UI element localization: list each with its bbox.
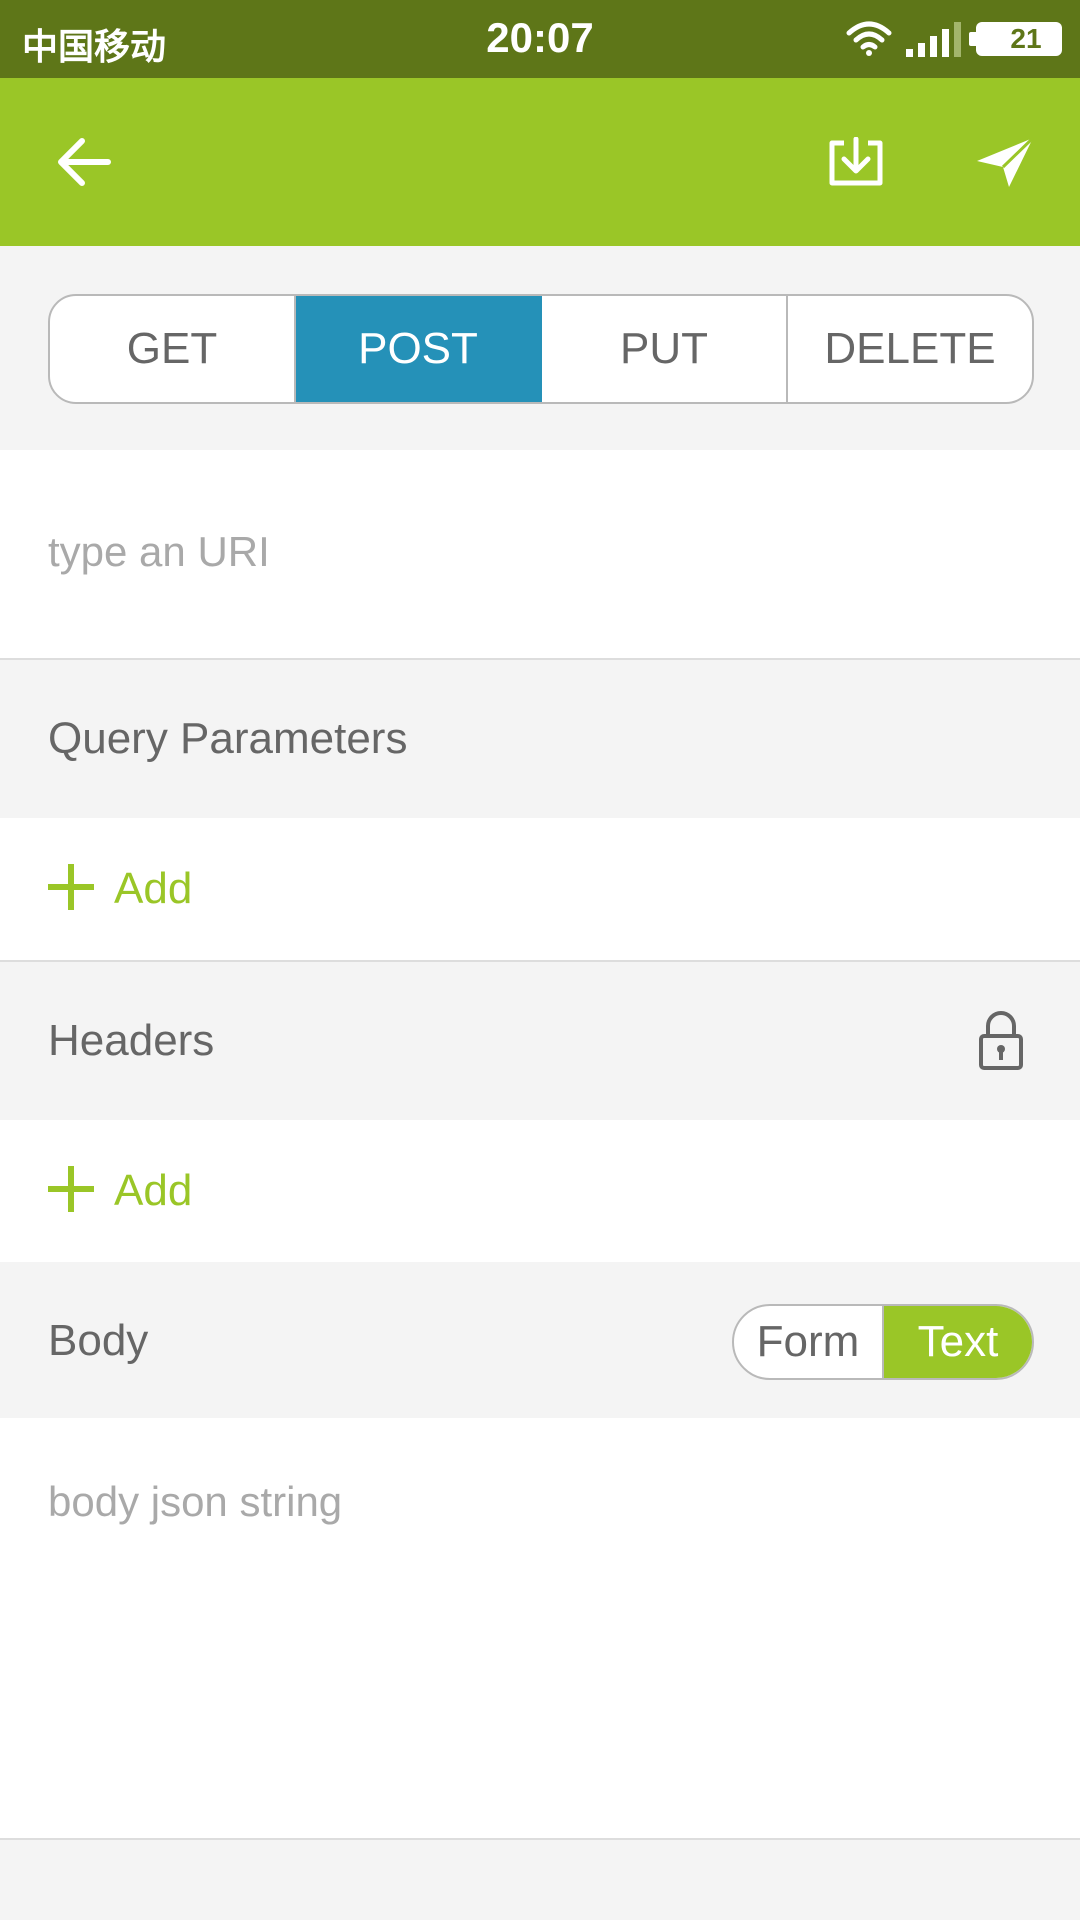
signal-icon [906, 22, 961, 57]
add-query-parameter-button[interactable]: Add [0, 818, 1080, 962]
status-bar: 中国移动 20:07 21 [0, 0, 1080, 78]
method-get[interactable]: GET [50, 296, 296, 402]
status-icons: 21 [846, 14, 1062, 64]
method-section: GET POST PUT DELETE [0, 246, 1080, 450]
lock-icon[interactable] [978, 1010, 1024, 1070]
query-parameters-header: Query Parameters [0, 660, 1080, 818]
download-button[interactable] [816, 122, 896, 202]
method-post[interactable]: POST [296, 296, 542, 402]
plus-icon [48, 864, 94, 910]
uri-placeholder: type an URI [48, 528, 270, 575]
method-put[interactable]: PUT [542, 296, 788, 402]
plus-icon [48, 1166, 94, 1212]
body-header: Body Form Text [0, 1262, 1080, 1420]
body-mode-form[interactable]: Form [734, 1306, 884, 1378]
add-label: Add [114, 864, 193, 913]
add-header-button[interactable]: Add [0, 1120, 1080, 1264]
wifi-icon [846, 21, 892, 56]
body-input[interactable]: body json string [0, 1418, 1080, 1840]
http-method-selector: GET POST PUT DELETE [48, 294, 1034, 404]
body-placeholder: body json string [48, 1478, 343, 1525]
app-bar [0, 78, 1080, 246]
paper-plane-icon [977, 136, 1035, 187]
send-button[interactable] [966, 122, 1046, 202]
arrow-left-icon [58, 138, 111, 186]
download-icon [829, 137, 883, 186]
body-mode-toggle: Form Text [732, 1304, 1034, 1380]
query-parameters-title: Query Parameters [48, 714, 408, 763]
headers-title: Headers [48, 1016, 215, 1065]
battery-level: 21 [1010, 23, 1042, 54]
uri-input[interactable]: type an URI [0, 450, 1080, 660]
back-button[interactable] [44, 122, 124, 202]
battery-icon: 21 [969, 22, 1062, 56]
method-delete[interactable]: DELETE [788, 296, 1032, 402]
add-label: Add [114, 1166, 193, 1215]
body-title: Body [48, 1316, 149, 1365]
body-mode-text[interactable]: Text [884, 1306, 1032, 1378]
headers-header: Headers [0, 962, 1080, 1120]
